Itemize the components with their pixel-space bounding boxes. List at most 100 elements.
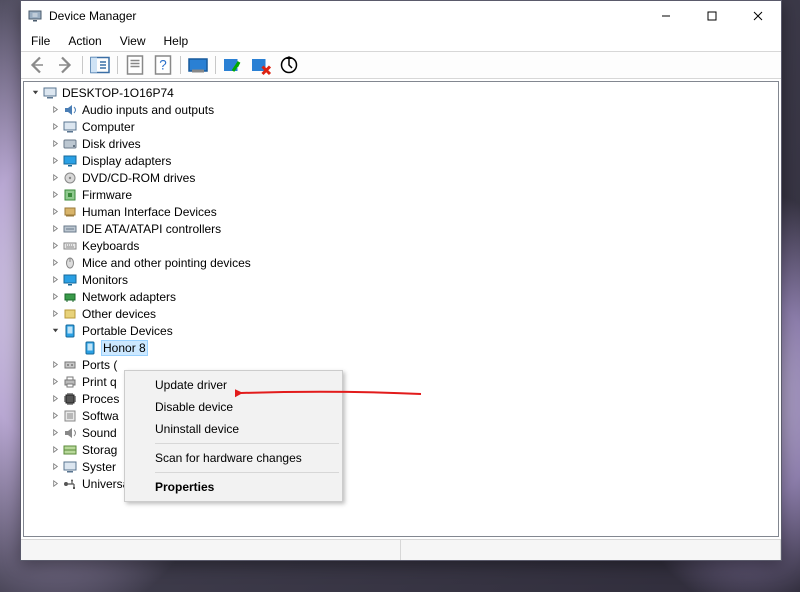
toolbar-show-tree-button[interactable]: [87, 53, 113, 77]
toolbar-separator: [117, 56, 118, 74]
dvd-icon: [62, 170, 78, 186]
tree-category-hid[interactable]: Human Interface Devices: [26, 203, 778, 220]
toolbar-update-driver-button[interactable]: [185, 53, 211, 77]
toolbar-forward-button[interactable]: [52, 53, 78, 77]
tree-category-dvd[interactable]: DVD/CD-ROM drives: [26, 169, 778, 186]
tree-device-honor-8[interactable]: Honor 8: [26, 339, 778, 356]
titlebar[interactable]: Device Manager: [21, 1, 781, 31]
expand-collapse-icon[interactable]: [48, 103, 62, 117]
display-icon: [62, 153, 78, 169]
expand-collapse-icon[interactable]: [48, 460, 62, 474]
tree-item-label: DESKTOP-1O16P74: [62, 86, 174, 100]
processor-icon: [62, 391, 78, 407]
tree-item-label: Softwa: [82, 409, 119, 423]
close-button[interactable]: [735, 1, 781, 31]
expand-collapse-icon[interactable]: [48, 188, 62, 202]
toolbar-properties-button[interactable]: [122, 53, 148, 77]
toolbar-separator: [215, 56, 216, 74]
maximize-button[interactable]: [689, 1, 735, 31]
tree-category-monitor[interactable]: Monitors: [26, 271, 778, 288]
toolbar-separator: [82, 56, 83, 74]
toolbar-back-button[interactable]: [24, 53, 50, 77]
ports-icon: [62, 357, 78, 373]
expand-collapse-icon[interactable]: [48, 477, 62, 491]
portable-icon: [82, 340, 98, 356]
ctx-update-driver[interactable]: Update driver: [127, 374, 340, 396]
ctx-uninstall-device[interactable]: Uninstall device: [127, 418, 340, 440]
expand-collapse-icon[interactable]: [48, 137, 62, 151]
mouse-icon: [62, 255, 78, 271]
expand-collapse-icon[interactable]: [48, 392, 62, 406]
status-bar: [21, 539, 781, 560]
print-icon: [62, 374, 78, 390]
minimize-button[interactable]: [643, 1, 689, 31]
expand-collapse-icon[interactable]: [48, 290, 62, 304]
tree-item-label: Display adapters: [82, 154, 171, 168]
menu-file[interactable]: File: [23, 32, 58, 50]
other-icon: [62, 306, 78, 322]
expand-collapse-icon[interactable]: [48, 358, 62, 372]
tree-category-computer[interactable]: Computer: [26, 118, 778, 135]
system-icon: [62, 459, 78, 475]
tree-item-label: Computer: [82, 120, 135, 134]
expand-collapse-icon[interactable]: [48, 426, 62, 440]
toolbar-uninstall-device-button[interactable]: [248, 53, 274, 77]
tree-item-label: Firmware: [82, 188, 132, 202]
tree-item-label: Honor 8: [102, 341, 147, 355]
tree-item-label: Portable Devices: [82, 324, 173, 338]
expand-collapse-icon[interactable]: [48, 205, 62, 219]
ctx-separator: [155, 443, 339, 444]
ctx-disable-device[interactable]: Disable device: [127, 396, 340, 418]
ctx-properties[interactable]: Properties: [127, 476, 340, 498]
tree-category-network[interactable]: Network adapters: [26, 288, 778, 305]
tree-item-label: Ports (: [82, 358, 117, 372]
toolbar-separator: [180, 56, 181, 74]
toolbar-disable-device-button[interactable]: [220, 53, 246, 77]
menu-view[interactable]: View: [112, 32, 154, 50]
expand-collapse-icon[interactable]: [48, 120, 62, 134]
expand-collapse-icon[interactable]: [48, 256, 62, 270]
tree-item-label: Keyboards: [82, 239, 139, 253]
menu-help[interactable]: Help: [156, 32, 197, 50]
ctx-scan-hardware[interactable]: Scan for hardware changes: [127, 447, 340, 469]
toolbar: ?: [21, 51, 781, 79]
expand-collapse-icon[interactable]: [48, 273, 62, 287]
tree-category-audio[interactable]: Audio inputs and outputs: [26, 101, 778, 118]
network-icon: [62, 289, 78, 305]
expand-collapse-icon[interactable]: [48, 307, 62, 321]
computer-icon: [42, 85, 58, 101]
tree-category-mouse[interactable]: Mice and other pointing devices: [26, 254, 778, 271]
expand-collapse-icon[interactable]: [48, 154, 62, 168]
computer-icon: [62, 119, 78, 135]
tree-item-label: Human Interface Devices: [82, 205, 217, 219]
tree-category-keyboard[interactable]: Keyboards: [26, 237, 778, 254]
device-manager-icon: [27, 8, 43, 24]
tree-category-ide[interactable]: IDE ATA/ATAPI controllers: [26, 220, 778, 237]
tree-category-other[interactable]: Other devices: [26, 305, 778, 322]
expand-collapse-icon[interactable]: [48, 222, 62, 236]
tree-root[interactable]: DESKTOP-1O16P74: [26, 84, 778, 101]
expand-collapse-icon[interactable]: [48, 375, 62, 389]
expand-collapse-icon[interactable]: [48, 171, 62, 185]
tree-item-label: DVD/CD-ROM drives: [82, 171, 195, 185]
tree-category-portable[interactable]: Portable Devices: [26, 322, 778, 339]
ide-icon: [62, 221, 78, 237]
expand-collapse-icon[interactable]: [48, 324, 62, 338]
toolbar-help-button[interactable]: ?: [150, 53, 176, 77]
firmware-icon: [62, 187, 78, 203]
status-cell: [401, 540, 781, 560]
expand-collapse-icon[interactable]: [48, 239, 62, 253]
expand-collapse-icon[interactable]: [28, 86, 42, 100]
tree-item-label: Disk drives: [82, 137, 141, 151]
tree-item-label: Other devices: [82, 307, 156, 321]
keyboard-icon: [62, 238, 78, 254]
tree-item-label: Print q: [82, 375, 117, 389]
tree-category-display[interactable]: Display adapters: [26, 152, 778, 169]
tree-category-disk[interactable]: Disk drives: [26, 135, 778, 152]
menu-action[interactable]: Action: [60, 32, 109, 50]
expand-collapse-icon[interactable]: [48, 409, 62, 423]
expand-collapse-icon[interactable]: [48, 443, 62, 457]
status-cell: [21, 540, 401, 560]
toolbar-scan-hardware-button[interactable]: [276, 53, 302, 77]
tree-category-firmware[interactable]: Firmware: [26, 186, 778, 203]
